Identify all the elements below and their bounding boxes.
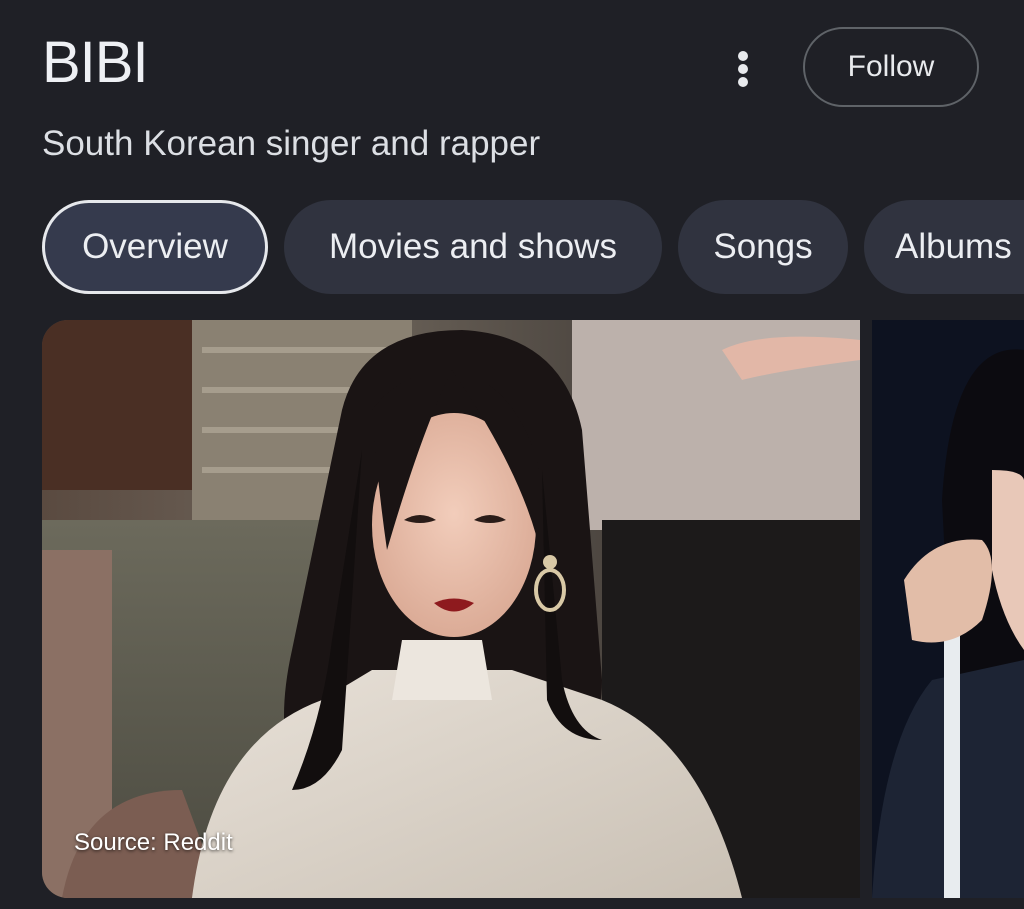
more-vert-icon <box>738 51 748 87</box>
knowledge-panel: BIBI South Korean singer and rapper Foll… <box>0 0 1024 909</box>
tab-movies-and-shows[interactable]: Movies and shows <box>284 200 662 294</box>
follow-button[interactable]: Follow <box>803 27 979 107</box>
tab-songs[interactable]: Songs <box>678 200 848 294</box>
tab-bar: Overview Movies and shows Songs Albums <box>42 200 1024 294</box>
entity-subtitle: South Korean singer and rapper <box>42 124 541 163</box>
tab-overview[interactable]: Overview <box>42 200 268 294</box>
tab-albums[interactable]: Albums <box>864 200 1024 294</box>
second-photo[interactable] <box>872 320 1024 898</box>
more-options-button[interactable] <box>720 44 766 94</box>
image-source-label: Source: Reddit <box>74 829 233 856</box>
main-photo[interactable] <box>42 320 860 898</box>
performance-image <box>872 320 1024 898</box>
entity-title: BIBI <box>42 30 149 95</box>
photo-overlay <box>42 320 860 898</box>
